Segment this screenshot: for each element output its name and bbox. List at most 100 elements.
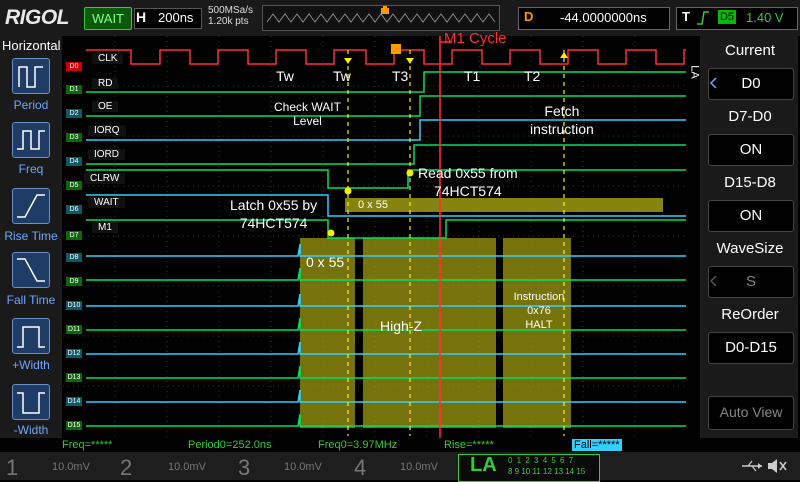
- channel-tag-d10: D10: [66, 301, 82, 310]
- ch4-number[interactable]: 4: [354, 455, 366, 481]
- channel-tag-d14: D14: [66, 397, 82, 406]
- period-button[interactable]: [12, 58, 50, 94]
- negative-width-label: -Width: [13, 423, 49, 437]
- oe-channel-label: OE: [92, 101, 119, 112]
- current-menu-title: Current: [724, 42, 776, 59]
- freq-measurement[interactable]: Freq=*****: [62, 439, 112, 451]
- m1-trace: [86, 219, 686, 239]
- fall-measurement[interactable]: Fall=*****: [572, 439, 622, 451]
- period-icon: [18, 66, 43, 88]
- t3-arrow-marker: [406, 58, 414, 64]
- wavesize-value[interactable]: S: [708, 266, 794, 298]
- tw1-label: Tw: [276, 68, 294, 84]
- waveform-display[interactable]: [63, 36, 687, 438]
- iord-trace: [86, 144, 686, 165]
- trigger-level: 1.40 V: [746, 10, 784, 25]
- highz-label: High-Z: [380, 318, 423, 334]
- la-label: LA: [470, 454, 497, 476]
- latch-annotation: Latch 0x55 by 74HCT574: [230, 197, 318, 231]
- channel-tag-d1: D1: [66, 85, 82, 94]
- clk-channel-label: CLK: [92, 53, 124, 64]
- ch2-number[interactable]: 2: [120, 455, 132, 481]
- delay-value: -44.0000000ns: [560, 10, 647, 25]
- channel-tag-d5: D5: [66, 181, 82, 190]
- la-digits-top: 0 1 2 3 4 5 6 7: [508, 456, 575, 465]
- freq-label: Freq: [18, 162, 44, 176]
- rise-measurement[interactable]: Rise=*****: [444, 439, 494, 451]
- t1-label: T1: [464, 68, 481, 84]
- rd-trace: [86, 71, 686, 93]
- freq-icon: [17, 130, 45, 150]
- rise-time-icon: [17, 194, 45, 218]
- la-side-label: LA: [688, 65, 701, 79]
- wavesize-menu-title: WaveSize: [716, 240, 784, 257]
- period0-measurement[interactable]: Period0=252.0ns: [188, 439, 271, 451]
- usb-icon: [742, 460, 762, 472]
- m1-cycle-label: M1 Cycle: [444, 30, 507, 47]
- positive-width-icon: [17, 326, 45, 348]
- channel-tag-d11: D11: [66, 325, 82, 334]
- bus-region-instruction: [503, 238, 571, 428]
- channel-tag-d7: D7: [66, 231, 82, 240]
- t2-label: T2: [524, 68, 541, 84]
- d7-d0-toggle[interactable]: ON: [708, 134, 794, 166]
- wait-bus-region: [345, 198, 663, 212]
- rise-time-button[interactable]: [12, 188, 50, 224]
- delay-label: D: [524, 9, 534, 24]
- auto-view-button[interactable]: Auto View: [708, 396, 794, 430]
- check-wait-annotation: Check WAIT Level: [274, 100, 341, 128]
- left-panel-title: Horizontal: [2, 38, 61, 53]
- channel-tag-d9: D9: [66, 277, 82, 286]
- freq-button[interactable]: [12, 122, 50, 158]
- iorq-trace: [86, 119, 686, 141]
- channel-tag-d15: D15: [66, 421, 82, 430]
- ch3-number[interactable]: 3: [238, 455, 250, 481]
- reorder-value[interactable]: D0-D15: [708, 332, 794, 364]
- channel-tag-d3: D3: [66, 133, 82, 142]
- t3-label: T3: [392, 68, 409, 84]
- m1-channel-label: M1: [92, 222, 118, 233]
- fall-time-button[interactable]: [12, 252, 50, 288]
- d7-d0-menu-title: D7-D0: [728, 108, 772, 125]
- period-label: Period: [13, 98, 49, 112]
- channel-tag-d6: D6: [66, 205, 82, 214]
- negative-width-button[interactable]: [12, 384, 50, 420]
- waveform-canvas: [63, 36, 687, 438]
- wait-bus-value: 0 x 55: [358, 199, 388, 211]
- fall-time-icon: [17, 258, 45, 282]
- clk-trace: [86, 49, 686, 65]
- tw-arrow-marker: [344, 58, 352, 64]
- iord-channel-label: IORD: [88, 149, 125, 160]
- ch4-scale: 10.0mV: [400, 461, 438, 473]
- iorq-channel-label: IORQ: [88, 125, 126, 136]
- la-digits-bottom: 8 9 10 11 12 13 14 15: [508, 467, 586, 476]
- positive-width-button[interactable]: [12, 318, 50, 354]
- d15-d8-toggle[interactable]: ON: [708, 200, 794, 232]
- channel-tag-d2: D2: [66, 109, 82, 118]
- memory-depth: 1.20k pts: [208, 16, 249, 27]
- speaker-mute-icon[interactable]: [766, 456, 788, 476]
- ch1-number[interactable]: 1: [6, 455, 18, 481]
- timebase-value: 200ns: [158, 10, 194, 25]
- t2-arrow-marker: [560, 52, 568, 58]
- freq0-measurement[interactable]: Freq0=3.97MHz: [318, 439, 397, 451]
- channel-tag-d8: D8: [66, 253, 82, 262]
- chevron-left-icon: [710, 77, 717, 89]
- memory-overview-strip[interactable]: [262, 5, 500, 31]
- clrw-trace: [86, 169, 686, 189]
- run-status-badge[interactable]: WAIT: [84, 7, 132, 30]
- positive-width-label: +Width: [12, 358, 50, 372]
- wait-check-dot: [344, 187, 352, 195]
- fetch-annotation: Fetch instruction: [530, 103, 594, 137]
- ch3-scale: 10.0mV: [284, 461, 322, 473]
- oe-trace: [86, 95, 686, 117]
- fall-time-label: Fall Time: [6, 293, 56, 307]
- current-menu-value[interactable]: D0: [708, 68, 794, 100]
- memory-waveform-icon: [266, 6, 496, 23]
- ch2-scale: 10.0mV: [168, 461, 206, 473]
- channel-tag-d12: D12: [66, 349, 82, 358]
- rising-edge-icon: [697, 11, 709, 25]
- reorder-menu-title: ReOrder: [721, 306, 779, 323]
- sample-rate: 500MSa/s: [208, 5, 254, 16]
- tw2-label: Tw: [333, 68, 351, 84]
